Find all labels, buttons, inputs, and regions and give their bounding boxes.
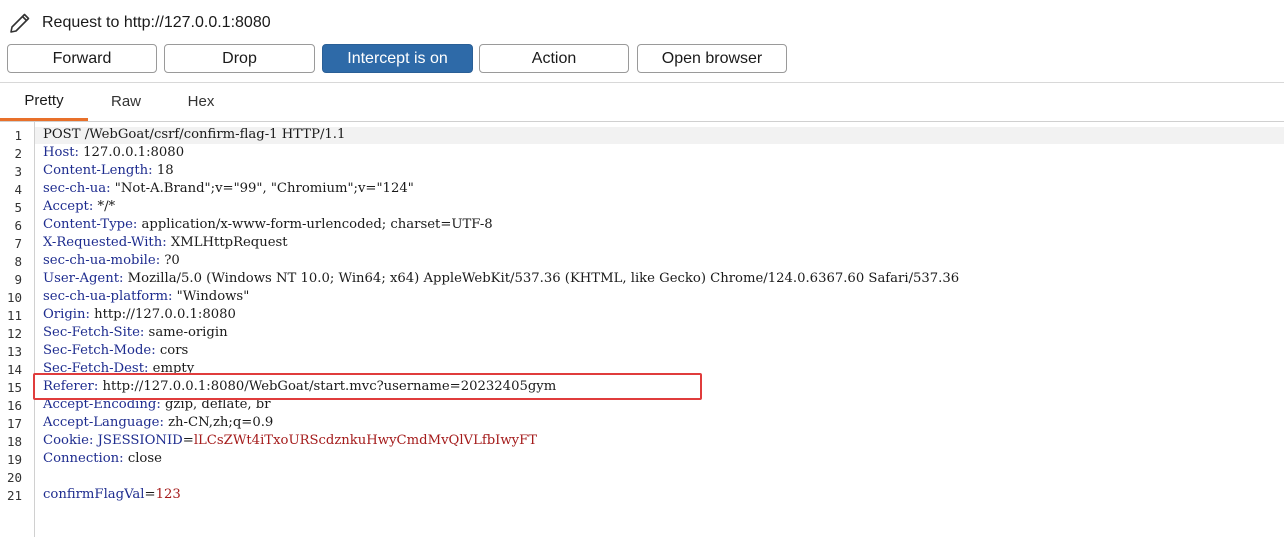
line-number: 1 — [14, 128, 22, 143]
line-number-gutter: 1 2 3 4 5 6 7 8 9 10 11 12 13 14 15 16 1… — [0, 122, 35, 537]
header-line-sec-fetch-mode[interactable]: Sec-Fetch-Mode: cors — [43, 342, 188, 360]
header-line-sec-ch-ua[interactable]: sec-ch-ua: "Not-A.Brand";v="99", "Chromi… — [43, 180, 414, 198]
request-line[interactable]: POST /WebGoat/csrf/confirm-flag-1 HTTP/1… — [43, 126, 345, 144]
header-line-cookie[interactable]: Cookie: JSESSIONID=lLCsZWt4iTxoURScdznku… — [43, 432, 537, 450]
request-editor[interactable]: 1 2 3 4 5 6 7 8 9 10 11 12 13 14 15 16 1… — [0, 122, 1284, 537]
line-number: 5 — [14, 200, 22, 215]
header-line-accept[interactable]: Accept: */* — [43, 198, 115, 216]
title-row: Request to http://127.0.0.1:8080 — [8, 10, 271, 36]
intercept-toggle-button[interactable]: Intercept is on — [322, 44, 473, 73]
view-tabs: Pretty Raw Hex — [0, 83, 1284, 121]
header-value: close — [127, 451, 162, 466]
header-value: ?0 — [164, 253, 180, 268]
line-number: 17 — [6, 416, 22, 431]
header-line-x-requested-with[interactable]: X-Requested-With: XMLHttpRequest — [43, 234, 288, 252]
header-line-content-length[interactable]: Content-Length: 18 — [43, 162, 174, 180]
header-value: http://127.0.0.1:8080 — [94, 307, 236, 322]
tab-pretty[interactable]: Pretty — [0, 83, 88, 121]
drop-button[interactable]: Drop — [164, 44, 315, 73]
header-name: sec-ch-ua-mobile — [43, 253, 156, 268]
line-number: 12 — [6, 326, 22, 341]
cookie-value: lLCsZWt4iTxoURScdznkuHwyCmdMvQlVLfbIwyFT — [193, 433, 538, 448]
header-line-user-agent[interactable]: User-Agent: Mozilla/5.0 (Windows NT 10.0… — [43, 270, 959, 288]
line-number: 13 — [6, 344, 22, 359]
action-button[interactable]: Action — [479, 44, 629, 73]
header-line-origin[interactable]: Origin: http://127.0.0.1:8080 — [43, 306, 236, 324]
line-number: 7 — [14, 236, 22, 251]
line-number: 20 — [6, 470, 22, 485]
header-line-host[interactable]: Host: 127.0.0.1:8080 — [43, 144, 184, 162]
line-number: 2 — [14, 146, 22, 161]
header-name: Host — [43, 145, 75, 160]
header-line-sec-ch-ua-mobile[interactable]: sec-ch-ua-mobile: ?0 — [43, 252, 180, 270]
header-name: Cookie — [43, 433, 89, 448]
cookie-name: JSESSIONID — [97, 433, 183, 448]
header-name: User-Agent — [43, 271, 120, 286]
header-value: cors — [159, 343, 189, 358]
line-number: 6 — [14, 218, 22, 233]
tab-hex[interactable]: Hex — [170, 83, 232, 119]
line-number: 19 — [6, 452, 22, 467]
forward-button[interactable]: Forward — [7, 44, 157, 73]
header-value: "Windows" — [176, 289, 250, 304]
header-name: X-Requested-With — [43, 235, 163, 250]
line-number: 9 — [14, 272, 22, 287]
line-number: 11 — [6, 308, 22, 323]
request-header: Request to http://127.0.0.1:8080 Forward… — [0, 0, 1284, 82]
line-number: 21 — [6, 488, 22, 503]
header-value: application/x-www-form-urlencoded; chars… — [141, 217, 493, 232]
line-number: 10 — [6, 290, 22, 305]
line-number: 14 — [6, 362, 22, 377]
line-number: 4 — [14, 182, 22, 197]
header-line-sec-fetch-site[interactable]: Sec-Fetch-Site: same-origin — [43, 324, 228, 342]
header-line-connection[interactable]: Connection: close — [43, 450, 162, 468]
header-line-accept-language[interactable]: Accept-Language: zh-CN,zh;q=0.9 — [43, 414, 273, 432]
tab-raw[interactable]: Raw — [94, 83, 158, 119]
line-number: 8 — [14, 254, 22, 269]
line-number: 18 — [6, 434, 22, 449]
open-browser-button[interactable]: Open browser — [637, 44, 787, 73]
body-param-name: confirmFlagVal — [43, 487, 145, 502]
header-name: Accept-Language — [43, 415, 160, 430]
pencil-icon[interactable] — [8, 11, 32, 35]
header-line-sec-ch-ua-platform[interactable]: sec-ch-ua-platform: "Windows" — [43, 288, 249, 306]
header-value: 127.0.0.1:8080 — [83, 145, 185, 160]
header-name: Origin — [43, 307, 86, 322]
header-value: Mozilla/5.0 (Windows NT 10.0; Win64; x64… — [127, 271, 960, 286]
header-name: Sec-Fetch-Mode — [43, 343, 152, 358]
line-number: 15 — [6, 380, 22, 395]
header-name: sec-ch-ua-platform — [43, 289, 169, 304]
header-name: Content-Type — [43, 217, 133, 232]
line-number: 16 — [6, 398, 22, 413]
header-value: zh-CN,zh;q=0.9 — [168, 415, 274, 430]
body-param-value: 123 — [155, 487, 181, 502]
line-number: 3 — [14, 164, 22, 179]
header-value: XMLHttpRequest — [170, 235, 288, 250]
request-title: Request to http://127.0.0.1:8080 — [42, 14, 271, 31]
header-value: same-origin — [148, 325, 228, 340]
header-name: Content-Length — [43, 163, 149, 178]
header-name: Accept — [43, 199, 89, 214]
body-line[interactable]: confirmFlagVal=123 — [43, 486, 181, 504]
header-line-content-type[interactable]: Content-Type: application/x-www-form-url… — [43, 216, 493, 234]
header-value: 18 — [156, 163, 174, 178]
header-name: Connection — [43, 451, 120, 466]
referer-highlight-box — [33, 373, 702, 400]
header-name: Sec-Fetch-Site — [43, 325, 140, 340]
header-name: sec-ch-ua — [43, 181, 107, 196]
request-line-text: POST /WebGoat/csrf/confirm-flag-1 HTTP/1… — [43, 127, 346, 142]
header-value: */* — [97, 199, 116, 214]
header-value: "Not-A.Brand";v="99", "Chromium";v="124" — [114, 181, 414, 196]
